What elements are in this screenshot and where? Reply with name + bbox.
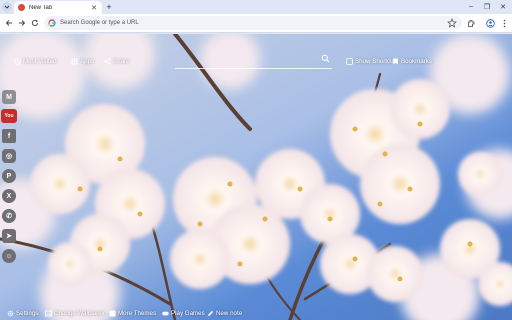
google-icon [48, 19, 56, 27]
share-label: Share [113, 57, 130, 65]
new-tab-page: Most Visited Apps Share Show Shortcuts B… [0, 34, 512, 320]
bookmark-star-icon[interactable] [447, 18, 457, 28]
search-icon[interactable] [321, 54, 330, 63]
gamepad-icon [162, 311, 169, 316]
themes-icon [109, 310, 116, 317]
omnibox-placeholder: Search Google or type a URL [60, 20, 139, 26]
profile-icon[interactable] [485, 18, 495, 28]
youtube-icon[interactable]: You [1, 109, 17, 123]
telegram-icon[interactable]: ➤ [2, 229, 16, 243]
image-icon [45, 310, 52, 317]
menu-kebab-icon[interactable] [499, 18, 509, 28]
instagram-icon[interactable]: ◎ [2, 149, 16, 163]
settings-button[interactable]: Settings [7, 309, 38, 318]
most-visited-label: Most Visited [23, 57, 57, 65]
play-games-label: Play Games [171, 310, 205, 317]
more-themes-button[interactable]: More Themes [109, 309, 156, 318]
settings-label: Settings [16, 310, 39, 317]
pinterest-icon[interactable]: P [2, 169, 16, 183]
more-themes-label: More Themes [118, 310, 157, 317]
browser-toolbar: Search Google or type a URL [0, 14, 512, 33]
tab-favicon [18, 4, 25, 11]
apps-grid-icon [71, 58, 78, 64]
play-games-button[interactable]: Play Games [162, 309, 205, 318]
change-wallpaper-button[interactable]: Change Wallpaper [45, 309, 105, 318]
change-wallpaper-label: Change Wallpaper [54, 310, 106, 317]
new-tab-button[interactable]: + [104, 2, 114, 12]
reload-icon [31, 19, 38, 27]
show-shortcuts-button[interactable]: Show Shortcuts [346, 56, 398, 66]
x-icon[interactable]: X [2, 189, 16, 203]
bookmark-icon [393, 58, 398, 64]
forward-arrow-icon [19, 20, 26, 26]
tab-new-tab[interactable]: New Tab ✕ [14, 1, 102, 14]
back-button[interactable] [3, 17, 15, 29]
close-icon[interactable]: ✕ [90, 4, 98, 12]
apps-button[interactable]: Apps [71, 56, 94, 66]
back-arrow-icon [5, 20, 12, 26]
chevron-down-icon [4, 5, 10, 9]
share-icon [104, 57, 111, 65]
note-icon [208, 310, 214, 316]
new-note-label: New note [216, 310, 243, 317]
search-box-underline[interactable] [175, 68, 332, 69]
extensions-icon[interactable] [466, 18, 476, 28]
reddit-icon[interactable]: ☺ [2, 249, 16, 263]
omnibox[interactable]: Search Google or type a URL [44, 16, 462, 30]
facebook-icon[interactable]: f [2, 129, 16, 143]
bookmarks-button[interactable]: Bookmarks [392, 56, 432, 66]
reload-button[interactable] [29, 17, 41, 29]
bottom-bar: Settings Change Wallpaper More Themes Pl… [0, 306, 512, 320]
whatsapp-icon[interactable]: ✆ [2, 209, 16, 223]
share-button[interactable]: Share [104, 56, 130, 66]
apps-label: Apps [80, 57, 95, 65]
history-icon [14, 57, 21, 65]
shortcuts-icon [346, 57, 353, 65]
minimize-button[interactable]: – [464, 1, 478, 12]
maximize-button[interactable]: ❐ [480, 1, 494, 12]
forward-button[interactable] [16, 17, 28, 29]
most-visited-button[interactable]: Most Visited [14, 56, 57, 66]
bookmarks-label: Bookmarks [401, 57, 432, 65]
gmail-icon[interactable]: M [2, 90, 16, 104]
window-close-button[interactable]: ✕ [496, 1, 510, 12]
tab-title: New Tab [29, 4, 53, 11]
new-note-button[interactable]: New note [207, 309, 242, 318]
tab-search-button[interactable] [2, 2, 12, 12]
wallpaper-image [0, 34, 512, 320]
tab-strip: New Tab ✕ + – ❐ ✕ [0, 0, 512, 14]
gear-icon [7, 310, 14, 317]
